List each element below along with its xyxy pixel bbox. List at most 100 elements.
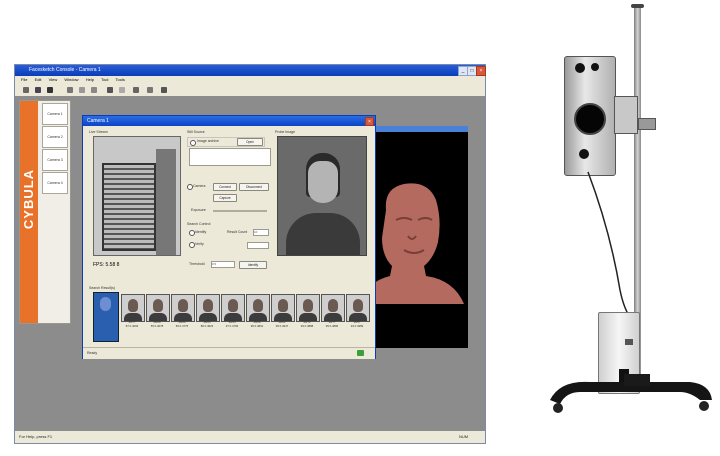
image-archive-radio[interactable] <box>190 140 196 146</box>
result-count-field[interactable]: 10 <box>253 229 269 236</box>
connect-button[interactable]: Connect <box>213 183 237 191</box>
threshold-label: Threshold <box>189 262 205 266</box>
result-thumbnail[interactable] <box>346 294 370 322</box>
copy-icon[interactable] <box>79 87 85 93</box>
threshold-field[interactable]: 0.5 <box>211 261 235 268</box>
menu-window[interactable]: Window <box>64 77 78 82</box>
mount-clamp <box>638 118 656 130</box>
fit-icon[interactable] <box>133 87 139 93</box>
result-caption: 29/72 93 0.4888 <box>295 320 319 328</box>
exposure-label: Exposure <box>191 208 206 212</box>
probe-image-view <box>277 136 367 256</box>
probe-shoulders <box>286 213 360 255</box>
camera-window-title: Camera 1 <box>87 118 109 124</box>
result-caption: 30/57 93 0.4989 <box>345 320 369 328</box>
pole-cap <box>631 4 644 8</box>
result-face <box>203 299 213 312</box>
camera-radio-label: Camera <box>193 184 206 188</box>
probe-face <box>308 161 338 203</box>
result-caption: 28/69 56 0.4775 <box>170 320 194 328</box>
help-icon[interactable] <box>147 87 153 93</box>
verify-id-field[interactable] <box>247 242 269 249</box>
probe-thumbnail[interactable] <box>93 292 119 342</box>
move-icon[interactable] <box>119 87 125 93</box>
camera-status-text: Ready <box>87 351 98 355</box>
result-thumbnail[interactable] <box>146 294 170 322</box>
result-caption: 28/69 55 0.4678 <box>145 320 169 328</box>
result-score: 95 0.4886 <box>325 323 339 328</box>
result-face <box>153 299 163 312</box>
camera-close-icon[interactable]: × <box>365 117 374 126</box>
exposure-slider[interactable] <box>213 210 267 212</box>
camera-mount-bracket <box>614 96 638 134</box>
cut-icon[interactable] <box>67 87 73 93</box>
result-thumbnail[interactable] <box>246 294 270 322</box>
brand-strip: CYBULA <box>20 101 38 323</box>
camera-tab-4[interactable]: Camera 4 <box>42 172 68 194</box>
menu-file[interactable]: File <box>21 77 27 82</box>
open-icon[interactable] <box>35 87 41 93</box>
result-thumbnail[interactable] <box>171 294 195 322</box>
search-results-label: Search Result(s) <box>89 286 116 290</box>
result-count-label: Result Count <box>227 230 248 234</box>
about-icon[interactable] <box>161 87 167 93</box>
menu-tool[interactable]: Tool <box>101 77 108 82</box>
paste-icon[interactable] <box>91 87 97 93</box>
archive-path-field[interactable] <box>189 148 271 166</box>
identify-button[interactable]: Identify <box>239 261 267 269</box>
result-score: 86 0.4823 <box>200 323 214 328</box>
zoom-icon[interactable] <box>107 87 113 93</box>
save-icon[interactable] <box>47 87 53 93</box>
camera-window: Camera 1 × Live Stream FPS: 5.58 8 Still… <box>82 115 376 359</box>
result-thumbnail[interactable] <box>221 294 245 322</box>
result-thumbnail[interactable] <box>296 294 320 322</box>
status-bar: For Help, press F1 NUM <box>15 431 485 443</box>
open-button[interactable]: Open <box>237 138 263 146</box>
result-face <box>303 299 313 312</box>
result-score: 96 0.4891 <box>250 323 264 328</box>
menu-tools[interactable]: Tools <box>116 77 125 82</box>
menu-bar: File Edit View Window Help Tool Tools <box>15 76 485 84</box>
result-score: 97 0.4766 <box>225 323 239 328</box>
camera-title-bar: Camera 1 × <box>83 116 375 126</box>
result-thumbnail[interactable] <box>121 294 145 322</box>
result-score: 93 0.4888 <box>300 323 314 328</box>
result-caption: 30/64 97 0.4766 <box>220 320 244 328</box>
result-thumbnail[interactable] <box>271 294 295 322</box>
camera-tab-3[interactable]: Camera 3 <box>42 149 68 171</box>
result-caption: 28/62 95 0.4947 <box>270 320 294 328</box>
image-archive-label: Image archive <box>197 139 219 143</box>
identify-radio-label: Identify <box>195 230 207 234</box>
verify-radio-label: Verify <box>195 242 204 246</box>
camera-lens-top <box>575 63 585 73</box>
camera-tab-1[interactable]: Camera 1 <box>42 103 68 125</box>
result-caption: 28/63 86 0.4823 <box>195 320 219 328</box>
result-face <box>353 299 363 312</box>
menu-edit[interactable]: Edit <box>35 77 42 82</box>
result-caption: 28/68 96 0.4891 <box>245 320 269 328</box>
camera-lens-small <box>591 63 599 71</box>
main-title-bar: Facesketch Console - Camera 1 _ □ × <box>15 65 486 76</box>
camera-tab-2[interactable]: Camera 2 <box>42 126 68 148</box>
still-source-label: Still Source <box>187 130 205 134</box>
wall-shadow <box>156 149 176 255</box>
capture-button[interactable]: Capture <box>213 194 237 202</box>
disconnect-button[interactable]: Disconnect <box>239 183 269 191</box>
result-thumbnail[interactable] <box>196 294 220 322</box>
new-icon[interactable] <box>23 87 29 93</box>
search-control-label: Search Control <box>187 222 211 226</box>
live-stream-view <box>93 136 181 256</box>
3d-camera-head <box>564 56 616 176</box>
stand-base <box>550 374 712 413</box>
probe-image-label: Probe Image <box>275 130 296 134</box>
menu-view[interactable]: View <box>49 77 58 82</box>
camera-lens-main <box>574 103 606 135</box>
result-score: 55 0.4678 <box>150 323 164 328</box>
result-thumbnail[interactable] <box>321 294 345 322</box>
close-icon[interactable]: × <box>476 66 486 76</box>
status-indicator-icon <box>357 350 364 356</box>
menu-help[interactable]: Help <box>86 77 94 82</box>
camera-status-bar: Ready <box>83 347 375 359</box>
result-score: 95 0.4947 <box>275 323 289 328</box>
control-box-port <box>625 339 633 345</box>
